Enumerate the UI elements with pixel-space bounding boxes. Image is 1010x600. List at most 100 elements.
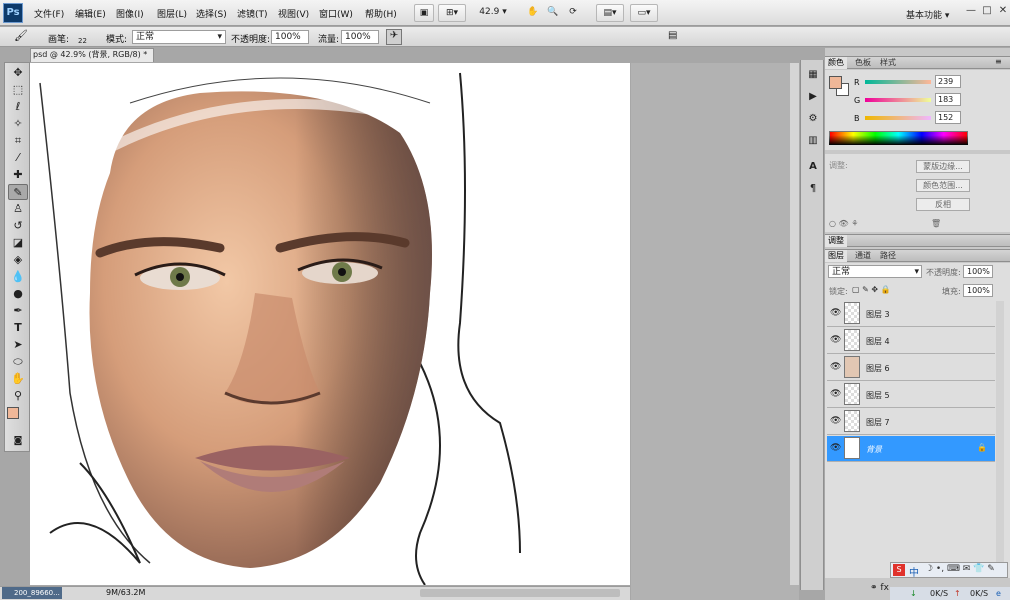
- gradient-icon[interactable]: ◈: [8, 252, 28, 268]
- blur-icon[interactable]: 💧: [8, 269, 28, 285]
- workspace-dropdown[interactable]: 基本功能 ▾: [906, 8, 949, 21]
- airbrush-icon[interactable]: ✈: [386, 29, 402, 45]
- document-tab[interactable]: psd @ 42.9% (背景, RGB/8) * ×: [30, 48, 154, 62]
- r-slider[interactable]: [865, 80, 931, 84]
- tab-channels[interactable]: 通道: [852, 250, 874, 262]
- brush-icon[interactable]: ✎: [8, 184, 28, 200]
- layer-row[interactable]: 👁 图层 6: [827, 355, 995, 381]
- arrange-documents-icon[interactable]: ▤▾: [596, 4, 624, 22]
- vertical-scrollbar[interactable]: [790, 63, 799, 585]
- move-icon[interactable]: ✥: [8, 65, 28, 81]
- paragraph-icon[interactable]: ¶: [806, 182, 820, 196]
- menu-image[interactable]: 图像(I): [116, 7, 144, 20]
- menu-filter[interactable]: 滤镜(T): [237, 7, 268, 20]
- path-select-icon[interactable]: ➤: [8, 337, 28, 353]
- brush-size[interactable]: 22: [78, 37, 87, 45]
- eraser-icon[interactable]: ◪: [8, 235, 28, 251]
- color-range-button[interactable]: 颜色范围...: [916, 179, 970, 192]
- marquee-icon[interactable]: ⬚: [8, 82, 28, 98]
- document-canvas[interactable]: [30, 63, 630, 585]
- taskbar-photoshop-item[interactable]: 200_89660...: [2, 587, 62, 599]
- navigator-icon[interactable]: ▥: [806, 134, 820, 148]
- layer-opacity-field[interactable]: 100%: [963, 265, 993, 278]
- brush-tool-preset-icon[interactable]: 🖌: [14, 29, 28, 42]
- mask-edge-button[interactable]: 蒙版边缘...: [916, 160, 970, 173]
- flow-field[interactable]: 100%: [341, 30, 379, 44]
- character-icon[interactable]: A: [806, 160, 820, 174]
- panel-menu-icon[interactable]: ≡: [995, 57, 1002, 66]
- bridge-icon[interactable]: ▣: [414, 4, 434, 22]
- crop-icon[interactable]: ⌗: [8, 133, 28, 149]
- eye-icon[interactable]: 👁: [830, 443, 841, 453]
- layer-row[interactable]: 👁 图层 3: [827, 301, 995, 327]
- zoom-level-dropdown[interactable]: 42.9 ▾: [472, 4, 514, 22]
- rotate-view-icon[interactable]: ⟳: [564, 4, 582, 22]
- opacity-field[interactable]: 100%: [271, 30, 309, 44]
- type-icon[interactable]: T: [8, 320, 28, 336]
- eyedropper-icon[interactable]: ⁄: [8, 150, 28, 166]
- zoom-icon[interactable]: ⚲: [8, 388, 28, 404]
- layer-row-selected[interactable]: 👁 背景 🔒: [827, 436, 995, 462]
- tab-styles[interactable]: 样式: [877, 57, 899, 69]
- ime-mode[interactable]: 中: [909, 564, 919, 579]
- menu-window[interactable]: 窗口(W): [319, 7, 353, 20]
- mode-dropdown[interactable]: 正常 ▾: [132, 30, 226, 44]
- menu-view[interactable]: 视图(V): [278, 7, 309, 20]
- r-value[interactable]: 239: [935, 75, 961, 88]
- tab-layers[interactable]: 图层: [825, 250, 847, 262]
- layers-scrollbar[interactable]: [996, 301, 1004, 563]
- tab-color[interactable]: 颜色: [825, 57, 847, 69]
- view-extras-icon[interactable]: ⊞▾: [438, 4, 466, 22]
- eye-icon[interactable]: 👁: [830, 416, 841, 426]
- tab-swatches[interactable]: 色板: [852, 57, 874, 69]
- ie-icon[interactable]: e: [996, 587, 1001, 600]
- horizontal-scrollbar[interactable]: [420, 589, 620, 597]
- pen-icon[interactable]: ✒: [8, 303, 28, 319]
- eye-icon[interactable]: 👁: [830, 362, 841, 372]
- fill-field[interactable]: 100%: [963, 284, 993, 297]
- eye-icon[interactable]: 👁: [830, 308, 841, 318]
- menu-help[interactable]: 帮助(H): [365, 7, 397, 20]
- layer-row[interactable]: 👁 图层 5: [827, 382, 995, 408]
- layer-row[interactable]: 👁 图层 7: [827, 409, 995, 435]
- dodge-icon[interactable]: ●: [8, 286, 28, 302]
- hand-icon[interactable]: ✋: [8, 371, 28, 387]
- brush-panel-icon[interactable]: ▤: [668, 30, 677, 41]
- b-slider[interactable]: [865, 116, 931, 120]
- close-button[interactable]: ✕: [994, 4, 1010, 18]
- invert-button[interactable]: 反相: [916, 198, 970, 211]
- healing-icon[interactable]: ✚: [8, 167, 28, 183]
- history-brush-icon[interactable]: ↺: [8, 218, 28, 234]
- info-icon[interactable]: ⚙: [806, 112, 820, 126]
- magic-wand-icon[interactable]: ✧: [8, 116, 28, 132]
- foreground-color-swatch[interactable]: [7, 407, 19, 419]
- history-icon[interactable]: ▦: [806, 68, 820, 82]
- menu-file[interactable]: 文件(F): [34, 7, 64, 20]
- blend-mode-dropdown[interactable]: 正常 ▾: [828, 265, 922, 278]
- eye-icon[interactable]: 👁: [830, 389, 841, 399]
- b-value[interactable]: 152: [935, 111, 961, 124]
- lock-icons[interactable]: ▢ ✎ ✥ 🔒: [852, 285, 891, 294]
- lasso-icon[interactable]: ℓ: [8, 99, 28, 115]
- ime-tool-icons[interactable]: ☽ •, ⌨ ✉ 👕 ✎: [925, 564, 995, 574]
- screen-mode-icon[interactable]: ▭▾: [630, 4, 658, 22]
- sogou-icon[interactable]: S: [893, 564, 905, 576]
- color-foreground-swatch[interactable]: [829, 76, 842, 89]
- stamp-icon[interactable]: ♙: [8, 201, 28, 217]
- menu-layer[interactable]: 图层(L): [157, 7, 187, 20]
- menu-edit[interactable]: 编辑(E): [75, 7, 106, 20]
- layer-row[interactable]: 👁 图层 4: [827, 328, 995, 354]
- menu-select[interactable]: 选择(S): [196, 7, 227, 20]
- tab-adjustments[interactable]: 调整: [825, 235, 847, 247]
- eye-icon[interactable]: 👁: [830, 335, 841, 345]
- tab-paths[interactable]: 路径: [877, 250, 899, 262]
- zoom-tool-icon[interactable]: 🔍: [544, 4, 562, 22]
- close-document-icon[interactable]: ×: [152, 50, 153, 59]
- g-slider[interactable]: [865, 98, 931, 102]
- fx-label[interactable]: fx: [880, 583, 889, 593]
- g-value[interactable]: 183: [935, 93, 961, 106]
- actions-icon[interactable]: ▶: [806, 90, 820, 104]
- quick-mask-icon[interactable]: ◙: [8, 433, 28, 449]
- hand-tool-icon[interactable]: ✋: [524, 4, 542, 22]
- shape-icon[interactable]: ⬭: [8, 354, 28, 370]
